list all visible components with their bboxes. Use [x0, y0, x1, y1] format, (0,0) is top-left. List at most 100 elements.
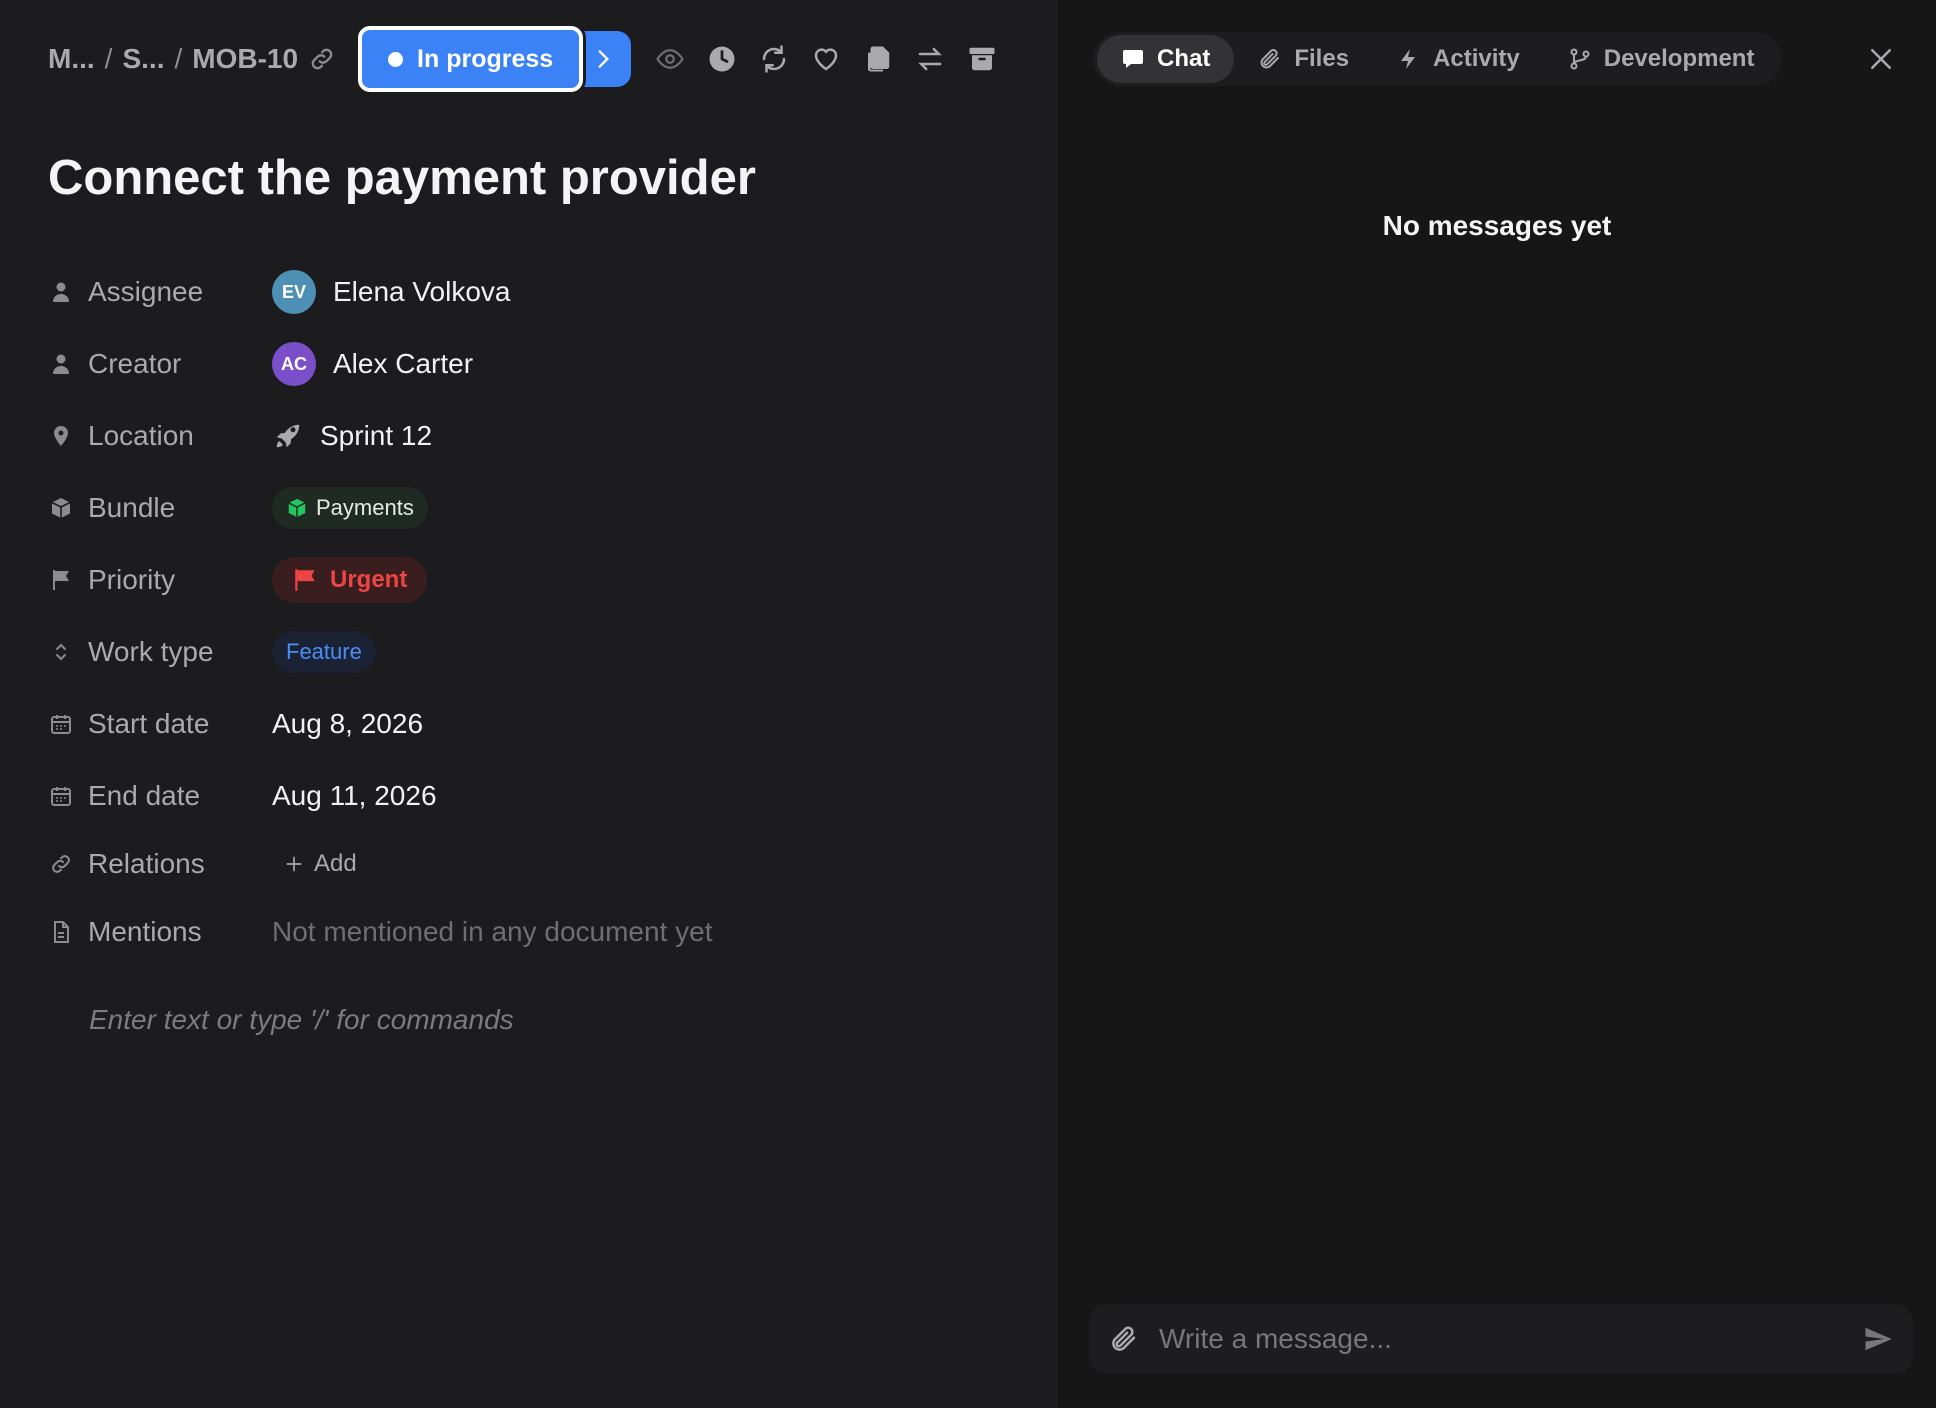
tab-chat[interactable]: Chat [1097, 35, 1235, 83]
refresh-icon[interactable] [757, 42, 791, 76]
description-editor[interactable]: Enter text or type '/' for commands [89, 1004, 514, 1036]
eye-icon[interactable] [653, 42, 687, 76]
work-type-value[interactable]: Feature [272, 631, 376, 673]
location-label: Location [88, 420, 194, 451]
tab-activity[interactable]: Activity [1373, 35, 1544, 83]
tab-files-label: Files [1294, 45, 1350, 72]
property-label: End date [48, 780, 272, 812]
property-assignee: Assignee EV Elena Volkova [48, 262, 948, 322]
property-label: Start date [48, 708, 272, 740]
clock-icon[interactable] [705, 42, 739, 76]
property-work-type: Work type Feature [48, 622, 948, 682]
property-end-date: End date Aug 11, 2026 [48, 766, 948, 826]
relations-label: Relations [88, 848, 205, 879]
archive-icon[interactable] [965, 42, 999, 76]
empty-state: No messages yet [1382, 210, 1612, 241]
breadcrumb: M... / S... / MOB-10 [48, 43, 336, 75]
close-icon [1871, 49, 1891, 69]
chevron-up-down-icon [48, 639, 74, 665]
assignee-name: Elena Volkova [333, 276, 511, 307]
mentions-value: Not mentioned in any document yet [272, 916, 713, 947]
tab-chat-label: Chat [1157, 45, 1211, 72]
breadcrumb-issue-id[interactable]: MOB-10 [192, 43, 298, 75]
avatar: AC [272, 342, 316, 386]
add-relation-label: Add [314, 850, 357, 877]
end-date-value[interactable]: Aug 11, 2026 [272, 780, 437, 812]
panel-tabs: Chat Files Activity Development [1093, 32, 1783, 86]
copy-link-icon[interactable] [308, 45, 336, 73]
attach-icon[interactable] [1109, 1324, 1139, 1354]
message-input[interactable] [1159, 1323, 1863, 1355]
heart-icon[interactable] [809, 42, 843, 76]
tab-activity-label: Activity [1433, 45, 1520, 72]
status-label: In progress [417, 44, 554, 73]
priority-text: Urgent [330, 566, 408, 593]
mentions-label: Mentions [88, 916, 202, 947]
person-icon [48, 351, 74, 377]
page-title[interactable]: Connect the payment provider [48, 150, 756, 206]
location-pin-icon [48, 423, 74, 449]
property-label: Mentions [48, 916, 272, 948]
tab-development-label: Development [1603, 45, 1755, 72]
property-priority: Priority Urgent [48, 550, 948, 610]
assignee-value[interactable]: EV Elena Volkova [272, 270, 510, 314]
property-relations: Relations Add [48, 834, 948, 894]
breadcrumb-project[interactable]: M... [48, 43, 95, 75]
property-label: Location [48, 420, 272, 452]
breadcrumb-separator: / [174, 43, 183, 74]
tab-development[interactable]: Development [1544, 35, 1779, 83]
message-composer [1089, 1304, 1913, 1374]
person-icon [48, 279, 74, 305]
add-relation-button[interactable]: Add [284, 850, 357, 878]
breadcrumb-section[interactable]: S... [122, 43, 164, 75]
chat-icon [1123, 50, 1143, 68]
cube-icon [48, 495, 74, 521]
rocket-icon [272, 420, 304, 452]
property-label: Priority [48, 564, 272, 596]
location-value[interactable]: Sprint 12 [272, 420, 432, 452]
bundle-text: Payments [316, 495, 414, 520]
property-label: Relations [48, 848, 272, 880]
property-label: Work type [48, 636, 272, 668]
toolbar-actions [653, 42, 999, 76]
lightning-icon [1401, 49, 1416, 69]
property-location: Location Sprint 12 [48, 406, 948, 466]
document-icon [48, 919, 74, 945]
priority-value[interactable]: Urgent [272, 557, 428, 603]
swap-icon[interactable] [913, 42, 947, 76]
copy-icon[interactable] [861, 42, 895, 76]
status-button[interactable]: In progress [358, 26, 584, 92]
property-bundle: Bundle Payments [48, 478, 948, 538]
priority-chip: Urgent [272, 557, 428, 603]
close-button[interactable] [1866, 44, 1896, 74]
branch-icon [1570, 48, 1590, 70]
top-toolbar: M... / S... / MOB-10 In progress [48, 24, 999, 94]
avatar: EV [272, 270, 316, 314]
location-text: Sprint 12 [320, 420, 433, 451]
plus-icon [286, 856, 302, 872]
start-date-value[interactable]: Aug 8, 2026 [272, 708, 423, 740]
property-label: Bundle [48, 492, 272, 524]
issue-main-panel: M... / S... / MOB-10 In progress Connect… [0, 0, 1056, 1408]
property-mentions: Mentions Not mentioned in any document y… [48, 902, 948, 962]
next-status-button[interactable] [575, 31, 632, 87]
green-cube-icon [288, 498, 306, 518]
property-label: Creator [48, 348, 272, 380]
priority-label: Priority [88, 564, 176, 595]
bundle-value[interactable]: Payments [272, 487, 428, 529]
status-dot-icon [388, 51, 404, 67]
send-icon[interactable] [1863, 1324, 1893, 1354]
bundle-chip: Payments [272, 487, 428, 529]
property-label: Assignee [48, 276, 272, 308]
work-type-label: Work type [88, 636, 214, 667]
tab-files[interactable]: Files [1234, 35, 1373, 83]
creator-name: Alex Carter [333, 348, 474, 379]
flag-icon [48, 567, 74, 593]
calendar-icon [48, 711, 74, 737]
creator-value[interactable]: AC Alex Carter [272, 342, 473, 386]
assignee-label: Assignee [88, 276, 204, 307]
creator-label: Creator [88, 348, 182, 379]
side-panel: Chat Files Activity Development No messa… [1056, 0, 1936, 1408]
calendar-icon [48, 783, 74, 809]
property-creator: Creator AC Alex Carter [48, 334, 948, 394]
